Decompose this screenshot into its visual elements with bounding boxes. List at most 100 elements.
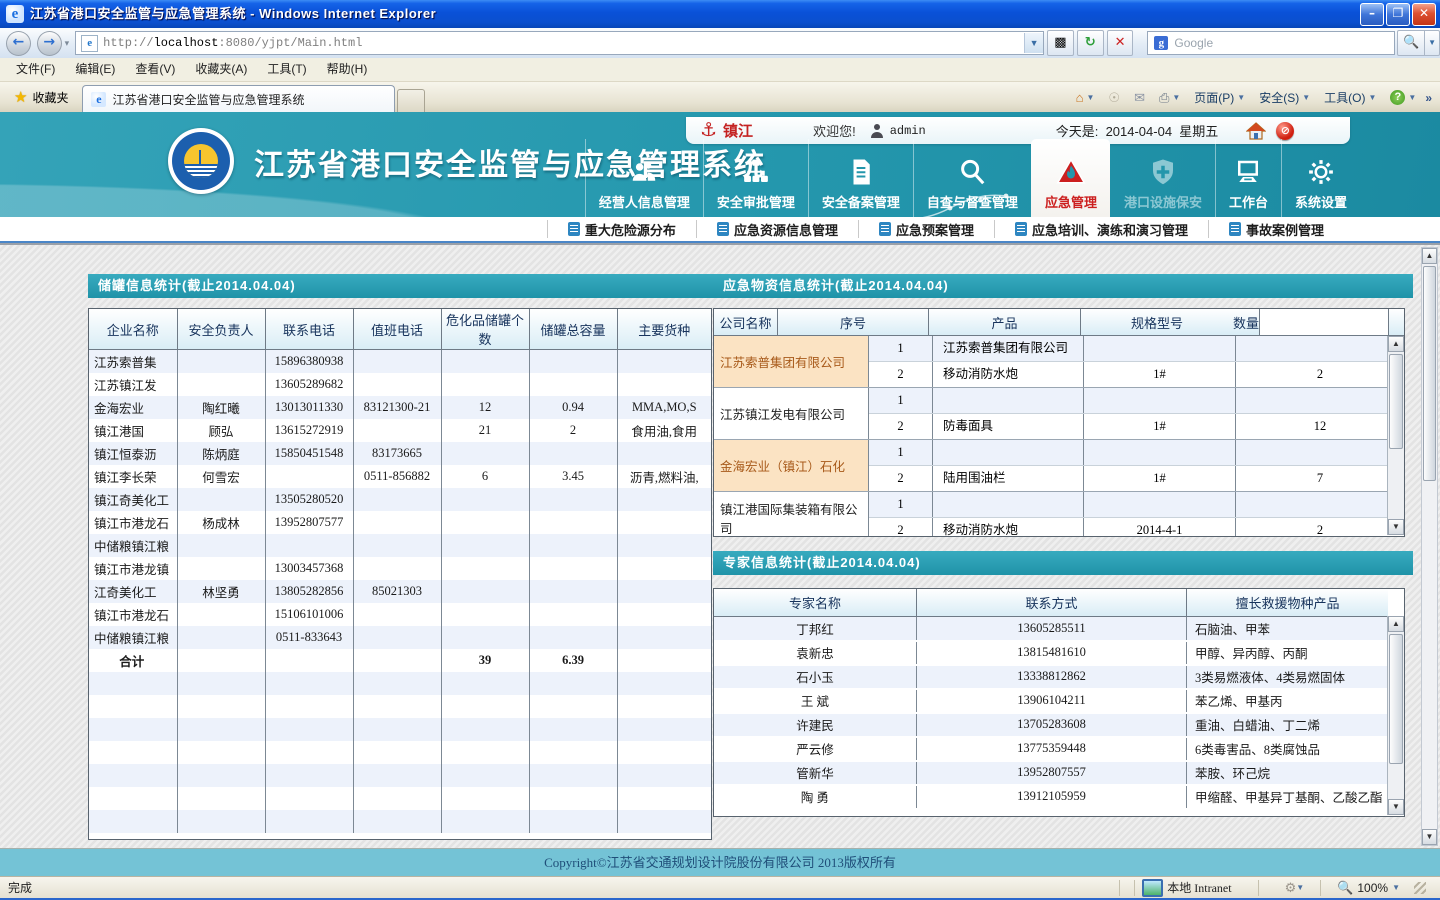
address-input[interactable]: e http://localhost:8080/yjpt/Main.html ▼ — [75, 31, 1044, 55]
scroll-down-button[interactable]: ▼ — [1388, 519, 1404, 535]
scroll-thumb[interactable] — [1389, 634, 1403, 764]
nav-item[interactable]: 工作台 — [1215, 139, 1281, 217]
favorites-button[interactable]: ★ 收藏夹 — [8, 85, 74, 109]
scroll-down-button[interactable]: ▼ — [1388, 799, 1404, 815]
nav-item[interactable]: 自查与督查管理 — [913, 139, 1031, 217]
close-button[interactable]: ✕ — [1412, 3, 1436, 26]
scroll-thumb[interactable] — [1389, 354, 1403, 449]
menu-item[interactable]: 帮助(H) — [317, 58, 378, 81]
zoom-icon[interactable]: 🔍 — [1337, 880, 1353, 896]
tank-column-header: 安全负责人 — [177, 309, 265, 350]
home-button[interactable]: ⌂▼ — [1071, 88, 1100, 107]
tank-column-header: 危化品储罐个数 — [441, 309, 529, 350]
help-button[interactable]: ?▼ — [1385, 88, 1421, 107]
search-options-dropdown[interactable]: ▼ — [1425, 30, 1440, 56]
document-small-icon — [1229, 222, 1241, 236]
tank-table-row: 镇江市港龙石杨成林 13952807577 — [89, 511, 711, 534]
print-button[interactable]: ⎙▼ — [1154, 88, 1185, 108]
printer-icon: ⎙ — [1159, 90, 1169, 106]
feeds-button[interactable]: ☉ — [1103, 88, 1125, 108]
tools-menu-button[interactable]: 工具(O)▼ — [1319, 87, 1381, 108]
tank-table-row — [89, 810, 711, 833]
scroll-up-button[interactable]: ▲ — [1388, 336, 1404, 352]
experts-table-row: 袁新忠 13815481610 甲醇、异丙醇、丙酮 — [714, 641, 1388, 665]
tank-table-row — [89, 787, 711, 810]
tank-table-row: 镇江市港龙石 15106101006 — [89, 603, 711, 626]
subnav-item-label: 应急资源信息管理 — [734, 220, 838, 239]
page-scrollbar[interactable]: ▲ ▼ — [1421, 247, 1438, 846]
intranet-zone-icon — [1142, 879, 1163, 897]
tank-table-row: 镇江市港龙镇 13003457368 — [89, 557, 711, 580]
scroll-down-button[interactable]: ▼ — [1422, 829, 1437, 845]
nav-item[interactable]: 应急管理 — [1031, 139, 1110, 217]
back-button[interactable]: ← — [6, 31, 31, 56]
tabs-bar: ★ 收藏夹 e 江苏省港口安全监管与应急管理系统 ⌂▼ ☉ ✉ ⎙▼ 页面(P)… — [0, 82, 1440, 112]
safety-menu-button[interactable]: 安全(S)▼ — [1254, 87, 1315, 108]
menu-item[interactable]: 查看(V) — [125, 58, 185, 81]
mail-button[interactable]: ✉ — [1129, 88, 1150, 108]
protected-mode-icon[interactable]: ⚙ — [1285, 880, 1297, 896]
warning-triangle-icon — [1056, 157, 1086, 187]
subnav-item-label: 事故案例管理 — [1246, 220, 1324, 239]
compatibility-view-button[interactable]: ▩ — [1047, 30, 1074, 56]
search-placeholder: Google — [1174, 36, 1213, 50]
restore-button[interactable]: ❐ — [1386, 3, 1410, 26]
browser-tab[interactable]: e 江苏省港口安全监管与应急管理系统 — [82, 85, 395, 112]
tank-table-row — [89, 672, 711, 695]
menu-item[interactable]: 收藏夹(A) — [185, 58, 257, 81]
nav-item[interactable]: 经营人信息管理 — [585, 139, 703, 217]
menu-item[interactable]: 工具(T) — [257, 58, 316, 81]
header-stub — [1388, 309, 1404, 335]
history-chevron-icon[interactable]: ▾ — [65, 38, 70, 49]
scroll-thumb[interactable] — [1423, 266, 1436, 481]
nav-item-label: 经营人信息管理 — [599, 192, 690, 211]
subnav-item[interactable]: 应急预案管理 — [858, 220, 994, 238]
logout-power-icon[interactable]: ⊘ — [1276, 122, 1294, 140]
new-tab-stub[interactable] — [397, 89, 425, 112]
subnav-item[interactable]: 应急资源信息管理 — [696, 220, 858, 238]
supplies-column-header: 序号 — [778, 309, 929, 335]
subnav-item[interactable]: 事故案例管理 — [1208, 220, 1344, 238]
subnav-item[interactable]: 应急培训、演练和演习管理 — [994, 220, 1208, 238]
stop-button[interactable]: ✕ — [1107, 30, 1134, 56]
magnifier-icon — [957, 157, 987, 187]
address-dropdown-button[interactable]: ▼ — [1024, 33, 1043, 53]
nav-item[interactable]: 系统设置 — [1281, 139, 1360, 217]
supplies-column-header: 数量 — [1233, 309, 1260, 335]
refresh-button[interactable]: ↻ — [1077, 30, 1104, 56]
supplies-company-cell: 江苏镇江发电有限公司 — [714, 388, 869, 439]
tank-table-row: 江苏索普集 15896380938 — [89, 350, 711, 373]
nav-item[interactable]: 安全备案管理 — [808, 139, 913, 217]
nav-item[interactable]: 港口设施保安 — [1110, 139, 1215, 217]
supplies-group-row: 金海宏业（镇江）石化 1 2 陆用围油栏 1# 7 — [714, 440, 1404, 492]
supplies-column-header: 公司名称 — [714, 309, 778, 335]
experts-table-row: 许建民 13705283608 重油、白蜡油、丁二烯 — [714, 713, 1388, 737]
search-input[interactable]: g Google — [1147, 31, 1395, 55]
gear-icon — [1306, 157, 1336, 187]
welcome-label: 欢迎您! — [813, 121, 856, 140]
zoom-level: 100% — [1357, 881, 1388, 895]
window-title: 江苏省港口安全监管与应急管理系统 - Windows Internet Expl… — [30, 0, 436, 28]
home-shortcut-icon[interactable] — [1246, 122, 1266, 140]
page-menu-button[interactable]: 页面(P)▼ — [1189, 87, 1250, 108]
resize-grip[interactable] — [1414, 882, 1426, 894]
sub-nav: 重大危险源分布 应急资源信息管理 应急预案管理 应急培训、演练和演习管理 事故案… — [0, 217, 1440, 243]
minimize-button[interactable]: – — [1360, 3, 1384, 26]
overflow-chevron-icon[interactable]: » — [1425, 91, 1432, 105]
supplies-column-header: 规格型号 — [1081, 309, 1233, 335]
scroll-up-button[interactable]: ▲ — [1422, 248, 1437, 264]
menu-item[interactable]: 编辑(E) — [65, 58, 125, 81]
forward-button[interactable]: → — [37, 31, 62, 56]
supplies-scrollbar[interactable]: ▲ ▼ — [1387, 336, 1404, 535]
experts-scrollbar[interactable]: ▲ ▼ — [1387, 616, 1404, 815]
search-button[interactable]: 🔍 — [1397, 30, 1425, 56]
supplies-sub-row: 1 — [869, 388, 1404, 413]
nav-item-label: 自查与督查管理 — [927, 192, 1018, 211]
tank-table-row: 镇江奇美化工 13505280520 — [89, 488, 711, 511]
subnav-item[interactable]: 重大危险源分布 — [547, 220, 696, 238]
scroll-up-button[interactable]: ▲ — [1388, 616, 1404, 632]
nav-item[interactable]: 安全审批管理 — [703, 139, 808, 217]
supplies-group-row: 江苏索普集团有限公司 1 江苏索普集团有限公司 2 移动消防水炮 1# — [714, 336, 1404, 388]
document-small-icon — [717, 222, 729, 236]
menu-item[interactable]: 文件(F) — [6, 58, 65, 81]
